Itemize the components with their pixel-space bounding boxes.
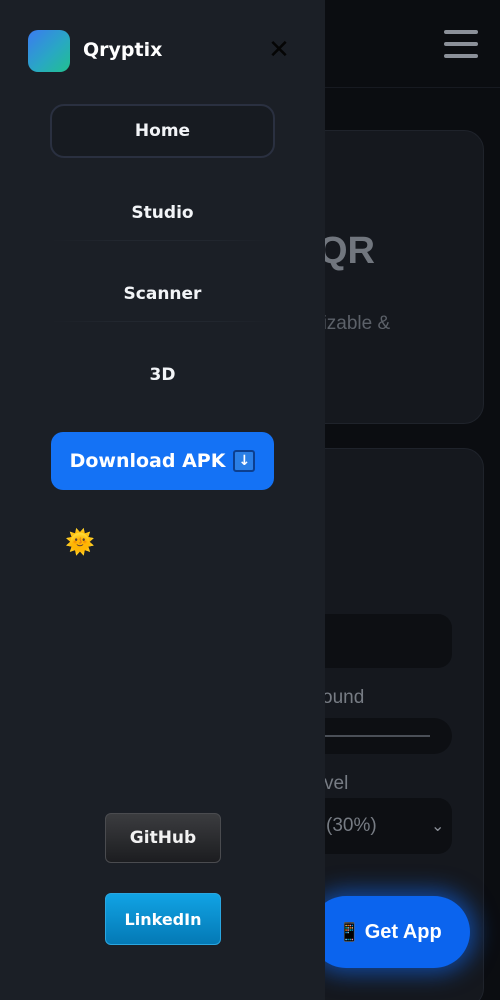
nav-divider (50, 240, 275, 241)
nav-drawer: Qryptix ✕ Home Studio Scanner 3D Downloa… (0, 0, 325, 1000)
phone-icon: 📱 (338, 921, 361, 943)
hero-title: QR (318, 230, 375, 272)
get-app-button[interactable]: 📱 Get App (310, 896, 470, 968)
logo-icon (28, 30, 70, 72)
nav-item-studio[interactable]: Studio (50, 186, 275, 240)
nav-item-scanner[interactable]: Scanner (50, 267, 275, 321)
close-icon[interactable]: ✕ (267, 34, 291, 66)
nav-item-home[interactable]: Home (50, 104, 275, 158)
brand-name: Qryptix (83, 39, 163, 61)
download-apk-label: Download APK (69, 450, 226, 472)
linkedin-button[interactable]: LinkedIn (105, 893, 221, 945)
error-level-label: vel (324, 773, 349, 794)
down-arrow-icon: ↓ (233, 450, 256, 472)
nav-divider (50, 321, 275, 322)
download-apk-button[interactable]: Download APK ↓ (51, 432, 274, 490)
get-app-label: Get App (364, 920, 442, 943)
theme-toggle-sun-icon[interactable]: 🌞 (65, 528, 95, 556)
github-button[interactable]: GitHub (105, 813, 221, 863)
chevron-down-icon: ⌄ (431, 816, 445, 835)
error-level-value: (30%) (326, 815, 377, 836)
hamburger-menu-icon[interactable] (444, 30, 478, 58)
background-label: ound (322, 687, 365, 708)
nav-item-3d[interactable]: 3D (50, 348, 275, 402)
